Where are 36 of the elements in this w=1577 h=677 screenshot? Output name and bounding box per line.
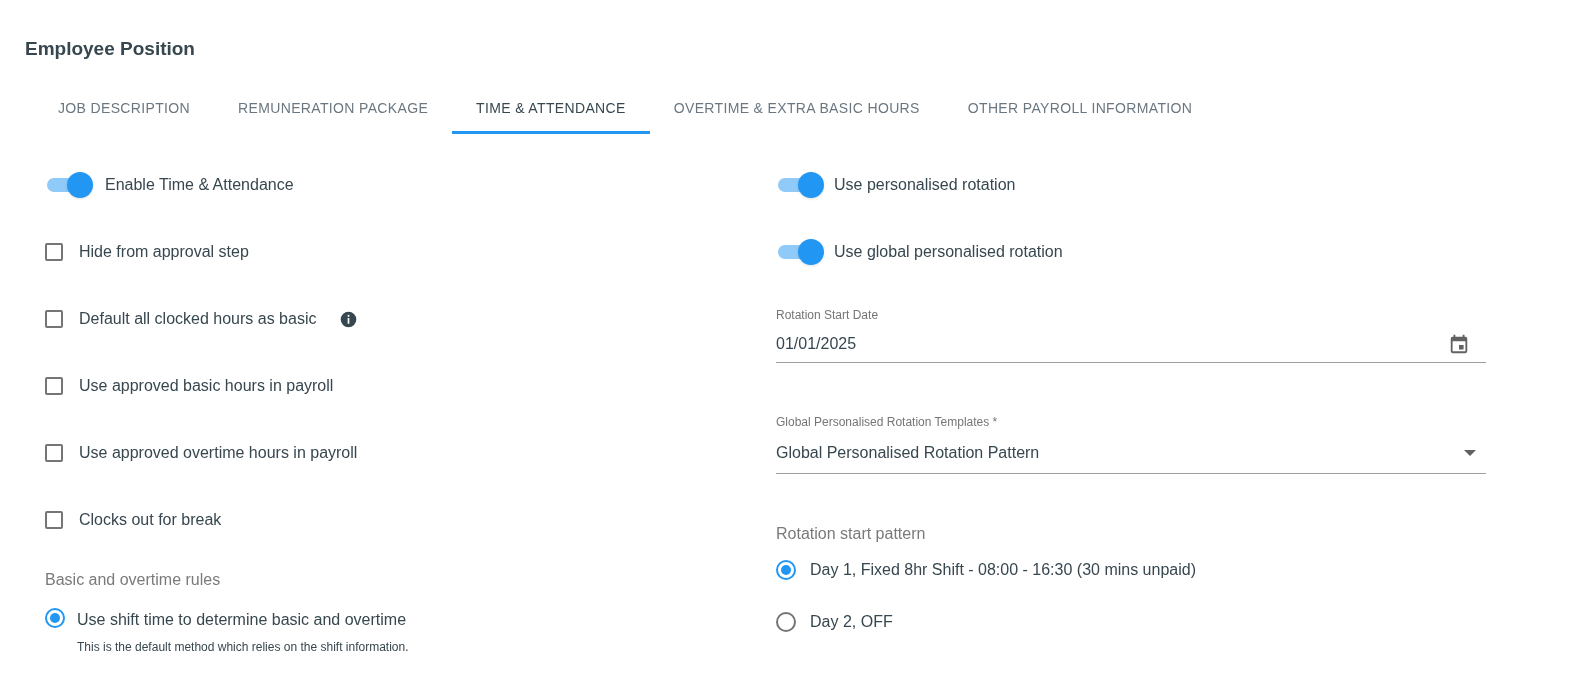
page-title: Employee Position (24, 37, 196, 61)
toggle-switch[interactable] (45, 172, 93, 198)
option-label: Use approved basic hours in payroll (79, 376, 334, 396)
dropdown-caret-icon[interactable] (1464, 449, 1476, 456)
tab[interactable]: OTHER PAYROLL INFORMATION (943, 85, 1217, 134)
option-label: Hide from approval step (79, 242, 249, 262)
option-label: Use global personalised rotation (834, 242, 1063, 262)
toggle-switch[interactable] (776, 239, 824, 265)
option-label: Default all clocked hours as basic (79, 309, 317, 329)
option-label: Use approved overtime hours in payroll (79, 443, 358, 463)
checkbox[interactable] (45, 243, 63, 261)
radio-button[interactable] (776, 611, 796, 632)
option-label: Day 2, OFF (810, 611, 893, 632)
section-heading: Rotation start pattern (776, 523, 927, 544)
date-field[interactable]: Rotation Start Date 01/01/2025 (776, 305, 1486, 363)
toggle-switch[interactable] (776, 172, 824, 198)
calendar-icon[interactable] (1448, 332, 1470, 355)
radio-button[interactable] (45, 607, 65, 628)
checkbox[interactable] (45, 511, 63, 529)
tab[interactable]: TIME & ATTENDANCE (452, 85, 650, 134)
option-label: Day 1, Fixed 8hr Shift - 08:00 - 16:30 (30 mins unpaid) (810, 559, 1196, 580)
checkbox[interactable] (45, 310, 63, 328)
option-label: Clocks out for break (79, 510, 222, 530)
option-label: Enable Time & Attendance (105, 175, 294, 195)
checkbox[interactable] (45, 444, 63, 462)
section-heading: Basic and overtime rules (45, 569, 222, 590)
template-select[interactable]: Global Personalised Rotation Templates * Global Personalised Rotation Pattern (776, 412, 1486, 474)
option-label: Use personalised rotation (834, 175, 1016, 195)
checkbox[interactable] (45, 377, 63, 395)
tab[interactable]: OVERTIME & EXTRA BASIC HOURS (649, 85, 944, 134)
radio-button[interactable] (776, 559, 796, 580)
option-label: Use shift time to determine basic and overtime (77, 609, 408, 630)
option-description: This is the default method which relies on the shift information. (77, 638, 409, 656)
info-icon (340, 310, 358, 328)
tab[interactable]: JOB DESCRIPTION (34, 85, 215, 134)
tab[interactable]: REMUNERATION PACKAGE (214, 85, 453, 134)
